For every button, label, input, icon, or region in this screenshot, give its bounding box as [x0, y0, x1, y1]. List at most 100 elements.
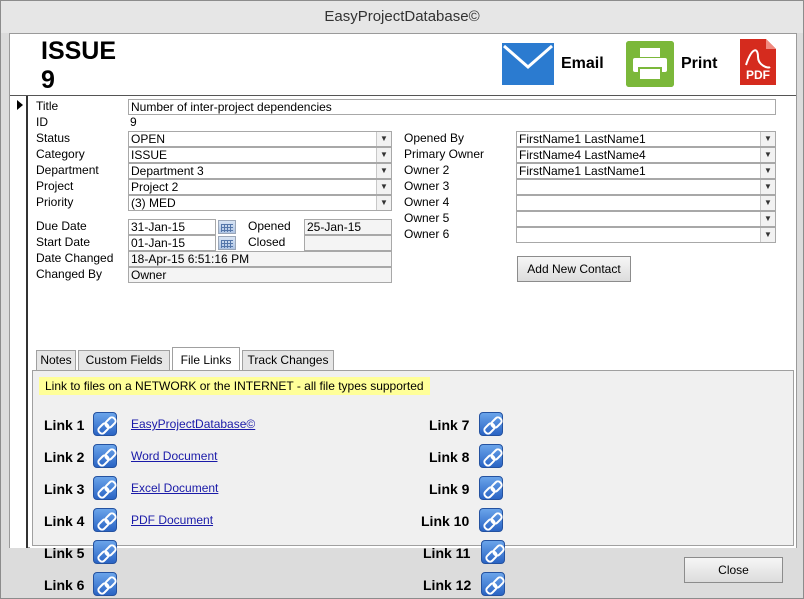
- link-1-hyperlink[interactable]: EasyProjectDatabase©: [131, 417, 255, 431]
- opened-by-value: FirstName1 LastName1: [519, 132, 646, 146]
- chevron-down-icon[interactable]: ▼: [760, 164, 775, 178]
- link-4-hyperlink[interactable]: PDF Document: [131, 513, 213, 527]
- priority-value: (3) MED: [131, 196, 176, 210]
- link-8-label: Link 8: [429, 449, 470, 465]
- record-form-frame: ISSUE 9 Email Print PDF Title Number of …: [9, 33, 797, 596]
- tab-custom-fields[interactable]: Custom Fields: [78, 350, 170, 370]
- owner-4-select[interactable]: ▼: [516, 195, 776, 211]
- owner-5-label: Owner 5: [404, 211, 450, 225]
- chevron-down-icon[interactable]: ▼: [376, 164, 391, 178]
- link-7-label: Link 7: [429, 417, 470, 433]
- owner-3-label: Owner 3: [404, 179, 450, 193]
- link-12-label: Link 12: [423, 577, 472, 593]
- chevron-down-icon[interactable]: ▼: [376, 148, 391, 162]
- link-10-chain-icon[interactable]: [479, 508, 503, 532]
- start-date-label: Start Date: [36, 235, 91, 249]
- link-1-label: Link 1: [44, 417, 85, 433]
- owner-3-select[interactable]: ▼: [516, 179, 776, 195]
- department-select[interactable]: Department 3 ▼: [128, 163, 392, 179]
- closed-date-value: [304, 235, 392, 251]
- owner-4-label: Owner 4: [404, 195, 450, 209]
- close-button[interactable]: Close: [684, 557, 783, 583]
- link-7-chain-icon[interactable]: [479, 412, 503, 436]
- tab-track-changes[interactable]: Track Changes: [242, 350, 334, 370]
- chevron-down-icon[interactable]: ▼: [760, 212, 775, 226]
- primary-owner-value: FirstName4 LastName4: [519, 148, 646, 162]
- primary-owner-select[interactable]: FirstName4 LastName4 ▼: [516, 147, 776, 163]
- changed-by-value: Owner: [128, 267, 392, 283]
- email-button[interactable]: Email: [502, 41, 604, 87]
- chevron-down-icon[interactable]: ▼: [760, 148, 775, 162]
- opened-by-label: Opened By: [404, 131, 465, 145]
- issue-title: ISSUE 9: [41, 37, 116, 95]
- category-value: ISSUE: [131, 148, 168, 162]
- title-input[interactable]: Number of inter-project dependencies: [128, 99, 776, 115]
- file-links-panel: Link to files on a NETWORK or the INTERN…: [32, 370, 794, 596]
- id-label: ID: [36, 115, 48, 129]
- chevron-down-icon[interactable]: ▼: [760, 180, 775, 194]
- chevron-down-icon[interactable]: ▼: [760, 132, 775, 146]
- link-8-chain-icon[interactable]: [479, 444, 503, 468]
- form-header: ISSUE 9 Email Print PDF: [10, 34, 796, 96]
- link-4-chain-icon[interactable]: [93, 508, 117, 532]
- pdf-icon: PDF: [738, 37, 778, 87]
- link-4-label: Link 4: [44, 513, 85, 529]
- department-value: Department 3: [131, 164, 204, 178]
- calendar-icon[interactable]: [218, 220, 236, 234]
- link-10-label: Link 10: [421, 513, 470, 529]
- due-date-label: Due Date: [36, 219, 87, 233]
- status-value: OPEN: [131, 132, 166, 146]
- calendar-icon[interactable]: [218, 236, 236, 250]
- due-date-input[interactable]: 31-Jan-15: [128, 219, 216, 235]
- issue-title-id: 9: [41, 66, 55, 94]
- owner-2-select[interactable]: FirstName1 LastName1 ▼: [516, 163, 776, 179]
- record-selector[interactable]: [10, 96, 28, 548]
- link-9-chain-icon[interactable]: [479, 476, 503, 500]
- printer-icon: [626, 41, 674, 87]
- pdf-button[interactable]: PDF: [738, 39, 778, 85]
- link-2-chain-icon[interactable]: [93, 444, 117, 468]
- closed-label: Closed: [248, 235, 286, 249]
- tab-file-links[interactable]: File Links: [172, 347, 240, 370]
- owner-6-select[interactable]: ▼: [516, 227, 776, 243]
- category-select[interactable]: ISSUE ▼: [128, 147, 392, 163]
- window-title: EasyProjectDatabase©: [1, 1, 803, 33]
- add-new-contact-button[interactable]: Add New Contact: [517, 256, 631, 282]
- owner-2-label: Owner 2: [404, 163, 450, 177]
- link-1-chain-icon[interactable]: [93, 412, 117, 436]
- link-5-chain-icon[interactable]: [93, 540, 117, 564]
- app-window: EasyProjectDatabase© ISSUE 9 Email Print…: [0, 0, 804, 599]
- start-date-input[interactable]: 01-Jan-15: [128, 235, 216, 251]
- chevron-down-icon[interactable]: ▼: [760, 228, 775, 242]
- changed-by-label: Changed By: [36, 267, 103, 281]
- link-3-hyperlink[interactable]: Excel Document: [131, 481, 218, 495]
- link-5-label: Link 5: [44, 545, 85, 561]
- tab-notes[interactable]: Notes: [36, 350, 76, 370]
- owner-2-value: FirstName1 LastName1: [519, 164, 646, 178]
- link-3-label: Link 3: [44, 481, 85, 497]
- priority-label: Priority: [36, 195, 74, 209]
- chevron-down-icon[interactable]: ▼: [760, 196, 775, 210]
- chevron-down-icon[interactable]: ▼: [376, 132, 391, 146]
- link-2-hyperlink[interactable]: Word Document: [131, 449, 217, 463]
- opened-by-select[interactable]: FirstName1 LastName1 ▼: [516, 131, 776, 147]
- current-record-arrow-icon: [17, 100, 23, 110]
- project-select[interactable]: Project 2 ▼: [128, 179, 392, 195]
- email-label: Email: [561, 55, 604, 72]
- owner-5-select[interactable]: ▼: [516, 211, 776, 227]
- status-select[interactable]: OPEN ▼: [128, 131, 392, 147]
- opened-date-value: 25-Jan-15: [304, 219, 392, 235]
- department-label: Department: [36, 163, 99, 177]
- chevron-down-icon[interactable]: ▼: [376, 196, 391, 210]
- chevron-down-icon[interactable]: ▼: [376, 180, 391, 194]
- print-button[interactable]: Print: [626, 41, 717, 87]
- category-label: Category: [36, 147, 85, 161]
- link-6-chain-icon[interactable]: [93, 572, 117, 596]
- link-11-chain-icon[interactable]: [481, 540, 505, 564]
- link-9-label: Link 9: [429, 481, 470, 497]
- project-label: Project: [36, 179, 74, 193]
- link-3-chain-icon[interactable]: [93, 476, 117, 500]
- priority-select[interactable]: (3) MED ▼: [128, 195, 392, 211]
- id-value: 9: [130, 115, 137, 129]
- link-12-chain-icon[interactable]: [481, 572, 505, 596]
